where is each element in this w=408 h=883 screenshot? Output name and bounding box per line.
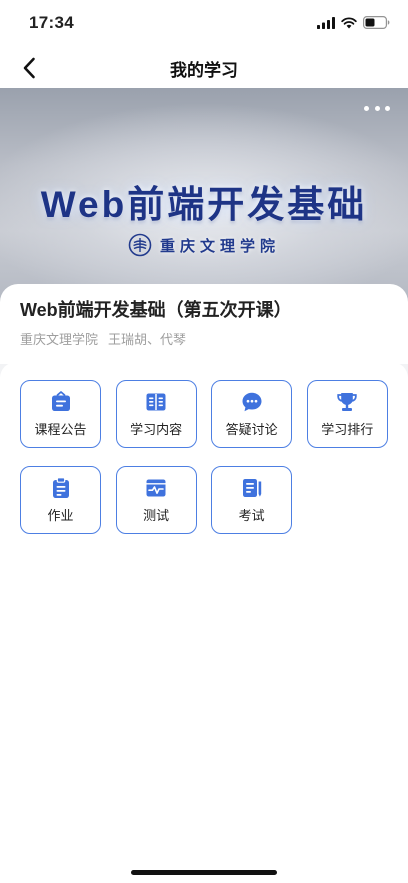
- monitor-pulse-icon: [146, 479, 166, 497]
- screen: 17:34 我的学习 Web前端开发基础 重庆文理学院 Web前端开发基础（第五…: [0, 0, 408, 883]
- more-dot: [385, 105, 390, 111]
- feature-label: 测试: [143, 508, 170, 523]
- exam-button[interactable]: 考试: [211, 466, 293, 534]
- banner-title: Web前端开发基础: [40, 184, 368, 225]
- learning-ranking-button[interactable]: 学习排行: [306, 380, 388, 448]
- status-time: 17:34: [29, 13, 74, 32]
- feature-label: 作业: [47, 508, 74, 523]
- trophy-icon: [337, 393, 357, 411]
- course-teachers: 王瑞胡、代琴: [108, 332, 187, 347]
- status-bar: 17:34: [0, 0, 408, 48]
- signal-icon: [317, 16, 335, 29]
- nav-bar: 我的学习: [0, 48, 408, 88]
- battery-icon: [363, 16, 390, 29]
- course-name: Web前端开发基础（第五次开课）: [20, 300, 292, 320]
- more-dots-icon[interactable]: [364, 100, 390, 116]
- banner-school-row: 重庆文理学院: [0, 233, 408, 257]
- course-info-card: Web前端开发基础（第五次开课） 重庆文理学院 王瑞胡、代琴: [0, 284, 408, 364]
- course-announcement-button[interactable]: 课程公告: [20, 380, 101, 448]
- course-school: 重庆文理学院: [20, 332, 99, 347]
- feature-grid: 课程公告 学习内容 答疑讨论 学习排行 作业 测试 考试: [20, 380, 388, 534]
- feature-label: 学习内容: [130, 422, 183, 437]
- feature-label: 学习排行: [321, 422, 374, 437]
- banner-school-name: 重庆文理学院: [159, 237, 280, 255]
- more-dot: [364, 105, 369, 111]
- wifi-icon: [341, 16, 357, 28]
- home-indicator[interactable]: [131, 870, 277, 875]
- learning-content-button[interactable]: 学习内容: [115, 380, 197, 448]
- clipboard-icon: [52, 477, 69, 498]
- book-icon: [146, 393, 166, 411]
- course-meta: 重庆文理学院 王瑞胡、代琴: [20, 329, 186, 348]
- page-title: 我的学习: [170, 61, 238, 80]
- homework-button[interactable]: 作业: [20, 466, 101, 534]
- announcement-icon: [51, 391, 70, 411]
- quiz-button[interactable]: 测试: [115, 466, 197, 534]
- qa-discussion-button[interactable]: 答疑讨论: [211, 380, 293, 448]
- course-banner: Web前端开发基础 重庆文理学院: [0, 88, 408, 308]
- more-dot: [374, 105, 380, 111]
- feature-label: 答疑讨论: [225, 422, 278, 437]
- feature-label: 课程公告: [34, 422, 87, 437]
- status-icons: [317, 16, 390, 29]
- exam-icon: [242, 479, 261, 497]
- chat-icon: [242, 392, 262, 412]
- school-logo-icon: [128, 233, 152, 257]
- feature-label: 考试: [238, 508, 265, 523]
- feature-card: 课程公告 学习内容 答疑讨论 学习排行 作业 测试 考试: [0, 362, 408, 883]
